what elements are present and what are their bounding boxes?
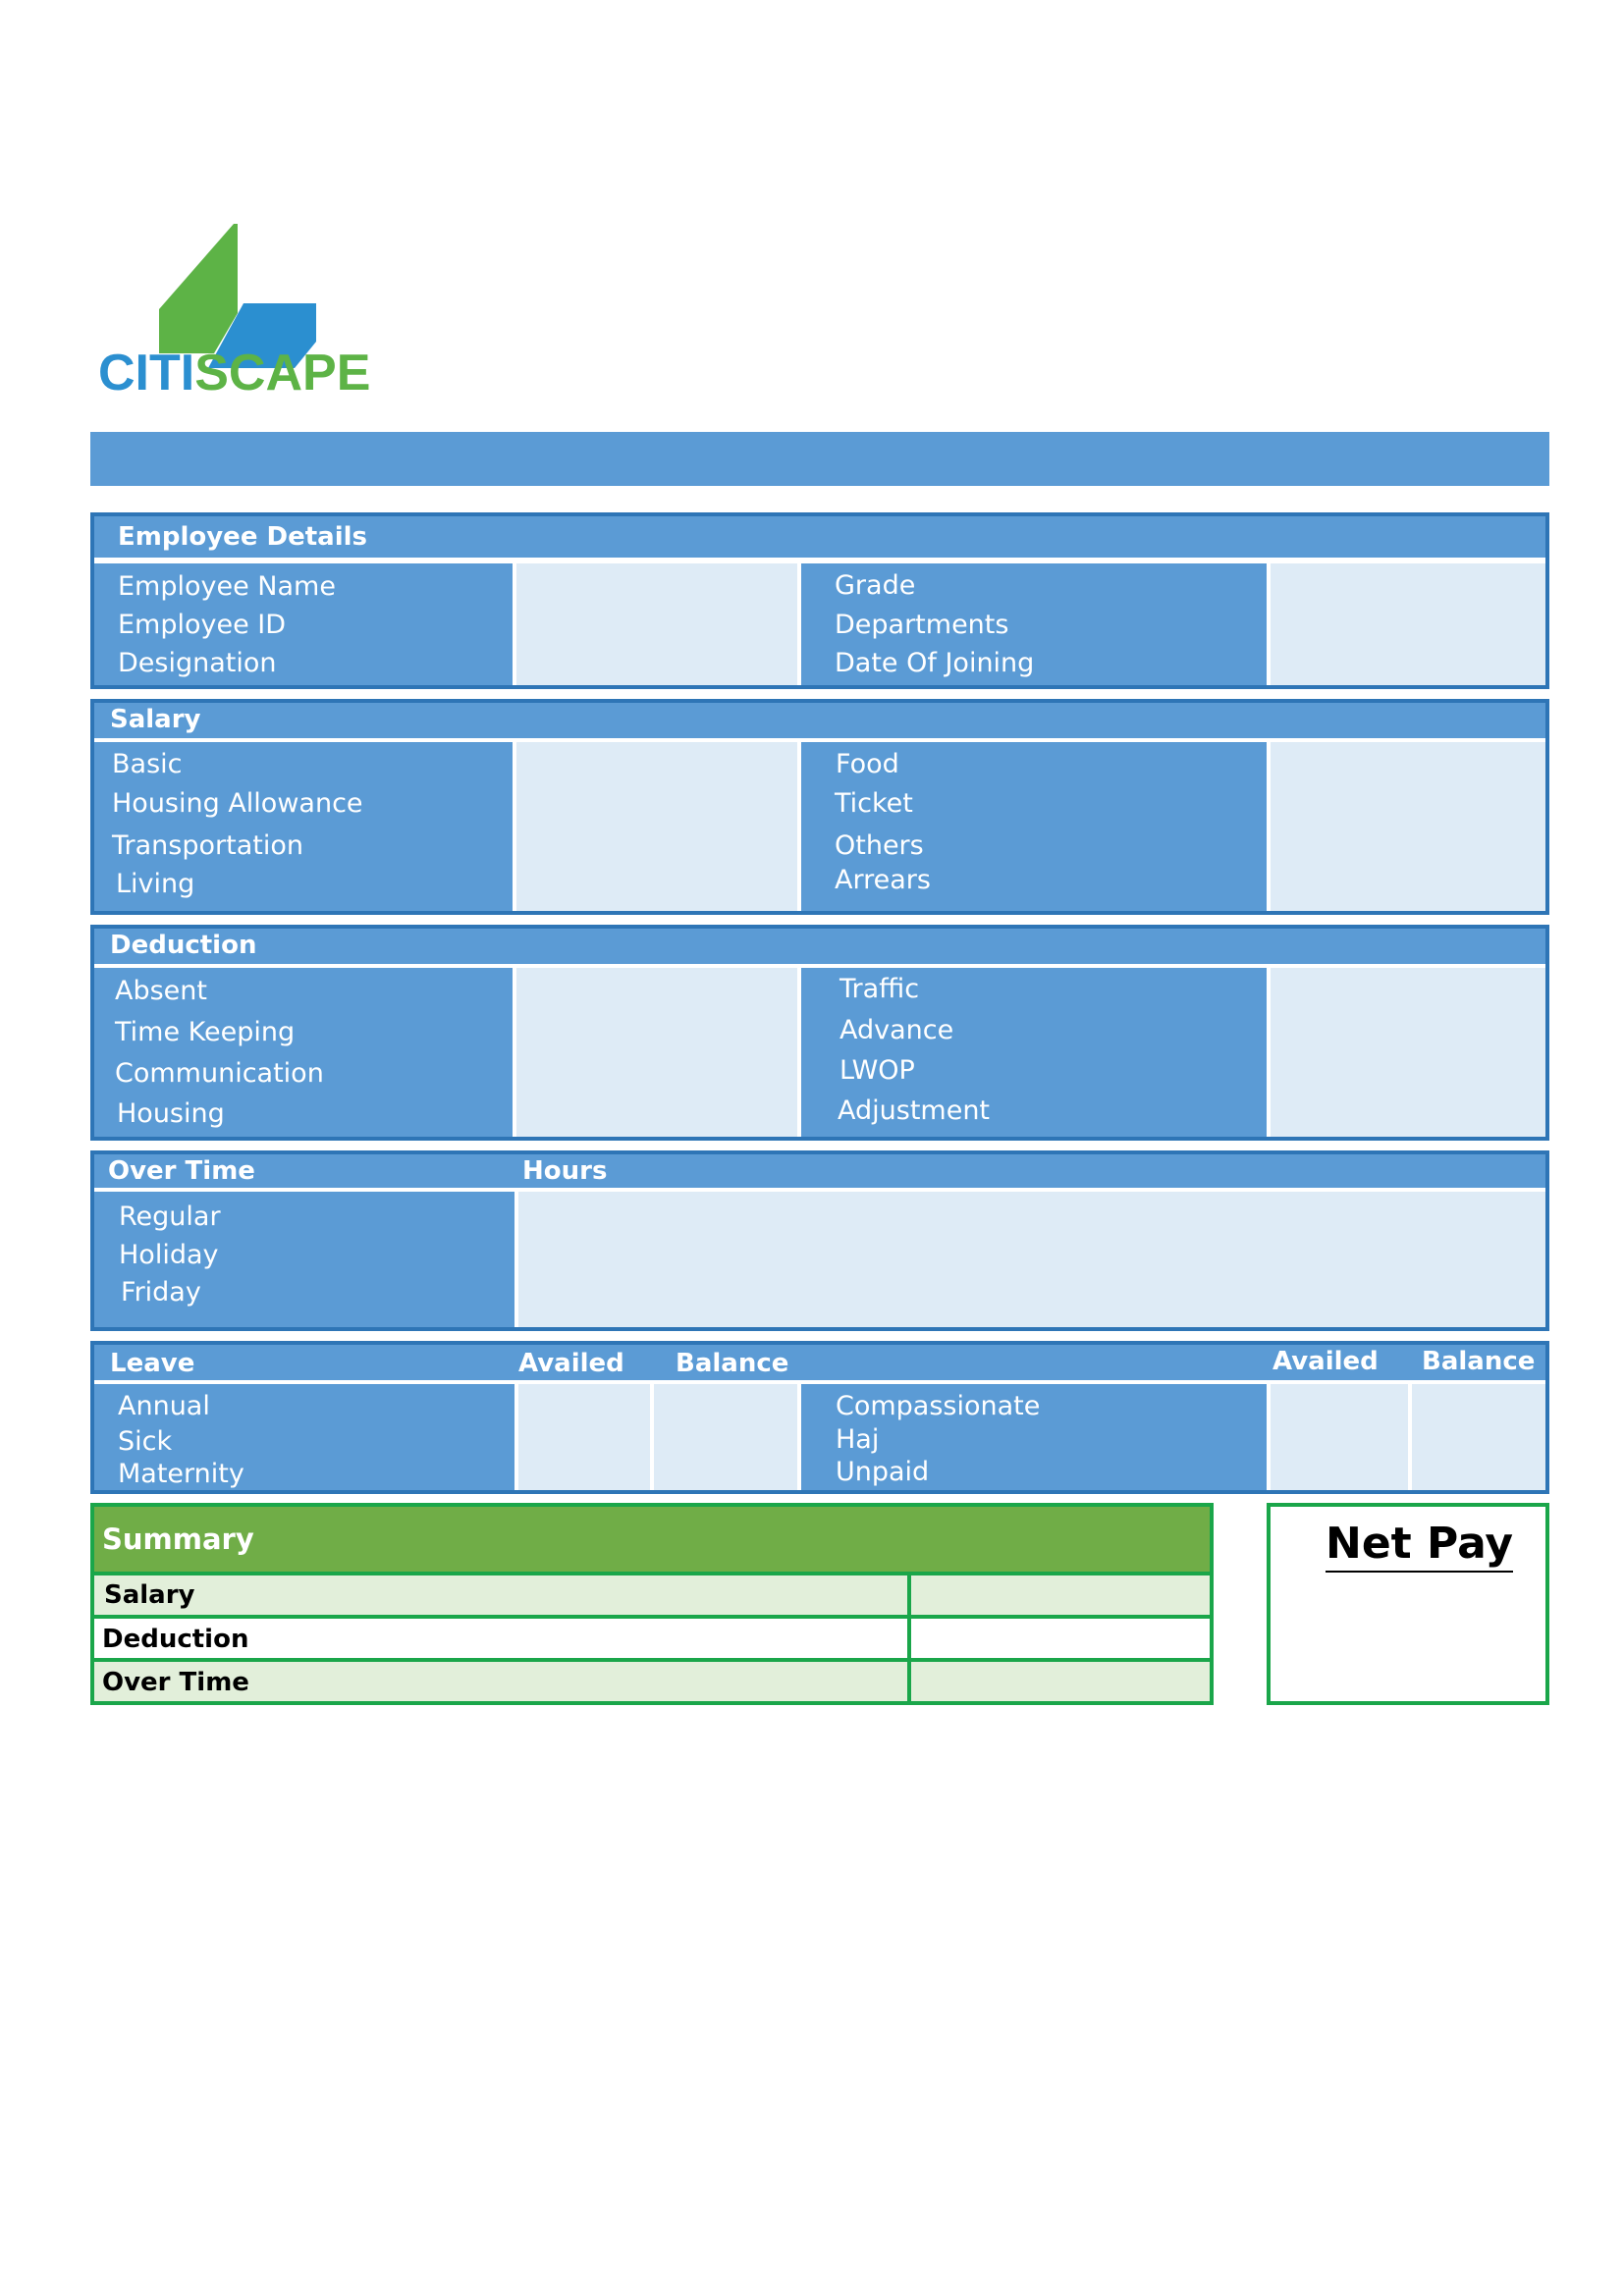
overtime-header (94, 1154, 1545, 1188)
leave-left-balance-value[interactable] (654, 1384, 797, 1490)
summary-label-overtime: Over Time (102, 1668, 249, 1697)
label-food: Food (836, 749, 899, 779)
salary-right-value[interactable] (1271, 742, 1545, 911)
label-housing-allowance: Housing Allowance (112, 788, 363, 819)
label-transportation: Transportation (112, 830, 303, 861)
label-employee-name: Employee Name (118, 571, 336, 602)
label-lwop: LWOP (839, 1055, 915, 1086)
summary-value-deduction[interactable] (911, 1619, 1210, 1658)
summary-header (94, 1507, 1210, 1572)
label-holiday: Holiday (119, 1240, 219, 1270)
label-ticket: Ticket (835, 788, 913, 819)
label-traffic: Traffic (839, 974, 920, 1004)
balance-header-left: Balance (676, 1349, 789, 1378)
label-sick: Sick (118, 1426, 173, 1457)
net-pay-label: Net Pay (1326, 1518, 1514, 1573)
salary-left-value[interactable] (516, 742, 797, 911)
salary-header (94, 703, 1545, 738)
label-maternity: Maternity (118, 1459, 244, 1489)
leave-left-availed-value[interactable] (518, 1384, 650, 1490)
label-date-of-joining: Date Of Joining (835, 648, 1035, 678)
summary-label-deduction: Deduction (102, 1625, 249, 1654)
label-compassionate: Compassionate (836, 1391, 1041, 1421)
balance-header-right: Balance (1422, 1347, 1536, 1376)
label-haj: Haj (836, 1424, 880, 1455)
summary-title: Summary (102, 1522, 254, 1556)
summary-value-salary[interactable] (911, 1575, 1210, 1615)
label-unpaid: Unpaid (836, 1457, 930, 1487)
availed-header-left: Availed (518, 1349, 624, 1378)
overtime-hours-value[interactable] (518, 1192, 1545, 1327)
label-communication: Communication (115, 1058, 324, 1089)
employee-right-value[interactable] (1271, 563, 1545, 685)
label-designation: Designation (118, 648, 277, 678)
label-advance: Advance (839, 1015, 954, 1045)
label-grade: Grade (835, 570, 916, 601)
label-absent: Absent (115, 976, 207, 1006)
label-regular: Regular (119, 1201, 221, 1232)
leave-right-balance-value[interactable] (1412, 1384, 1545, 1490)
label-adjustment: Adjustment (838, 1095, 991, 1126)
employee-left-value[interactable] (516, 563, 797, 685)
employee-details-title: Employee Details (118, 522, 367, 552)
label-employee-id: Employee ID (118, 610, 287, 640)
logo-text-citi: CITI (98, 345, 195, 401)
deduction-header (94, 929, 1545, 964)
leave-title: Leave (110, 1349, 195, 1378)
label-departments: Departments (835, 610, 1009, 640)
label-friday: Friday (121, 1277, 201, 1308)
deduction-title: Deduction (110, 931, 257, 960)
label-basic: Basic (112, 749, 183, 779)
label-housing-deduction: Housing (117, 1098, 225, 1129)
label-living: Living (116, 869, 195, 899)
logo-wordmark: CITISCAPE (98, 344, 370, 402)
label-others: Others (835, 830, 924, 861)
label-arrears: Arrears (835, 865, 931, 895)
label-annual: Annual (118, 1391, 210, 1421)
deduction-right-value[interactable] (1271, 968, 1545, 1137)
deduction-left-value[interactable] (516, 968, 797, 1137)
summary-value-overtime[interactable] (911, 1662, 1210, 1701)
salary-title: Salary (110, 705, 201, 734)
label-time-keeping: Time Keeping (115, 1017, 296, 1047)
leave-right-availed-value[interactable] (1271, 1384, 1408, 1490)
hours-column-header: Hours (522, 1156, 608, 1186)
title-bar (90, 432, 1549, 486)
logo-text-scape: SCAPE (194, 345, 371, 401)
summary-label-salary: Salary (104, 1580, 195, 1610)
overtime-title: Over Time (108, 1156, 255, 1186)
availed-header-right: Availed (1272, 1347, 1379, 1376)
